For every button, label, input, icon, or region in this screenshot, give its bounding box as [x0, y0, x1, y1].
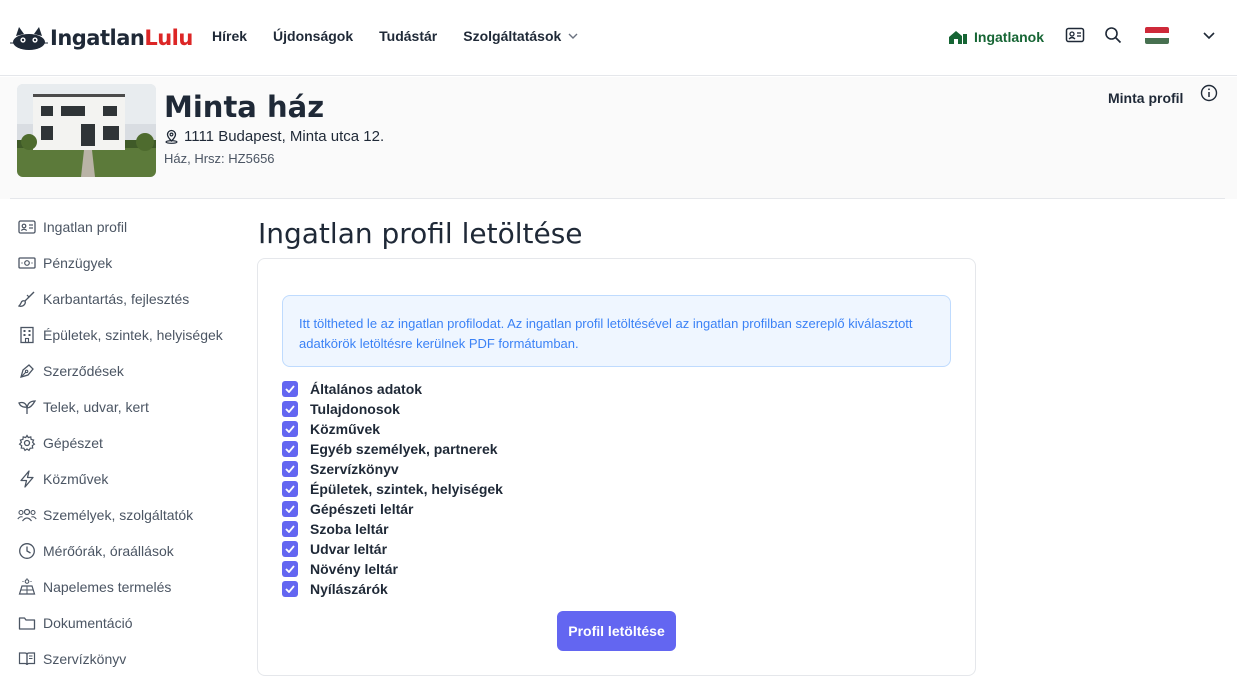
map-pin-icon: [165, 129, 178, 144]
sidebar-item-meters[interactable]: Mérőórák, óraállások: [17, 533, 237, 569]
checkbox-plant-inventory[interactable]: Növény leltár: [282, 559, 503, 579]
property-address: 1111 Budapest, Minta utca 12.: [164, 128, 384, 145]
sidebar-item-contracts[interactable]: Szerződések: [17, 353, 237, 389]
property-title: Minta ház: [164, 90, 325, 124]
search-icon[interactable]: [1104, 26, 1122, 44]
solar-panel-icon: [17, 577, 37, 597]
cat-logo-icon: [10, 27, 48, 50]
divider: [10, 198, 1225, 199]
download-profile-button[interactable]: Profil letöltése: [557, 611, 676, 651]
header-tools: Ingatlanok: [948, 24, 1044, 50]
brand-logo[interactable]: IngatlanLulu: [10, 24, 193, 52]
bolt-icon: [17, 469, 37, 489]
checkbox-buildings[interactable]: Épületek, szintek, helyiségek: [282, 479, 503, 499]
checkbox-mechanical-inventory[interactable]: Gépészeti leltár: [282, 499, 503, 519]
sidebar-item-maintenance[interactable]: Karbantartás, fejlesztés: [17, 281, 237, 317]
info-alert: Itt töltheted le az ingatlan profilodat.…: [282, 295, 951, 367]
users-icon: [17, 505, 37, 525]
nav-item-updates[interactable]: Újdonságok: [273, 28, 353, 44]
info-icon[interactable]: [1200, 84, 1218, 102]
checkbox-checked-icon[interactable]: [282, 441, 298, 457]
page-title: Ingatlan profil letöltése: [258, 217, 583, 250]
building-icon: [17, 325, 37, 345]
hungarian-flag-icon[interactable]: [1145, 27, 1169, 44]
checkbox-checked-icon[interactable]: [282, 401, 298, 417]
sidebar-item-plot-garden[interactable]: Telek, udvar, kert: [17, 389, 237, 425]
chevron-down-icon[interactable]: [1202, 30, 1216, 42]
folder-icon: [17, 613, 37, 633]
id-card-icon: [17, 217, 37, 237]
nav-item-news[interactable]: Hírek: [212, 28, 247, 44]
clock-icon: [17, 541, 37, 561]
checkbox-checked-icon[interactable]: [282, 541, 298, 557]
sprout-icon: [17, 397, 37, 417]
brush-icon: [17, 289, 37, 309]
checkbox-general-data[interactable]: Általános adatok: [282, 379, 503, 399]
sidebar-item-service-book[interactable]: Szervízkönyv: [17, 641, 237, 677]
sidebar: Ingatlan profil Pénzügyek Karbantartás, …: [17, 209, 237, 677]
property-photo: [17, 84, 156, 177]
data-section-checklist: Általános adatok Tulajdonosok Közművek E…: [282, 379, 503, 599]
checkbox-checked-icon[interactable]: [282, 581, 298, 597]
checkbox-checked-icon[interactable]: [282, 501, 298, 517]
properties-link[interactable]: Ingatlanok: [948, 29, 1044, 45]
top-navigation-bar: IngatlanLulu Hírek Újdonságok Tudástár S…: [0, 0, 1237, 76]
checkbox-owners[interactable]: Tulajdonosok: [282, 399, 503, 419]
gear-icon: [17, 433, 37, 453]
brand-name: IngatlanLulu: [50, 26, 193, 50]
sidebar-item-documentation[interactable]: Dokumentáció: [17, 605, 237, 641]
chevron-down-icon: [568, 33, 578, 39]
checkbox-service-book[interactable]: Szervízkönyv: [282, 459, 503, 479]
checkbox-doors-windows[interactable]: Nyílászárók: [282, 579, 503, 599]
sidebar-item-finances[interactable]: Pénzügyek: [17, 245, 237, 281]
banknote-icon: [17, 253, 37, 273]
checkbox-checked-icon[interactable]: [282, 461, 298, 477]
checkbox-checked-icon[interactable]: [282, 521, 298, 537]
sidebar-item-solar[interactable]: Napelemes termelés: [17, 569, 237, 605]
checkbox-checked-icon[interactable]: [282, 421, 298, 437]
nav-item-knowledge-base[interactable]: Tudástár: [379, 28, 437, 44]
sidebar-item-people-providers[interactable]: Személyek, szolgáltatók: [17, 497, 237, 533]
sidebar-item-buildings[interactable]: Épületek, szintek, helyiségek: [17, 317, 237, 353]
checkbox-other-people-partners[interactable]: Egyéb személyek, partnerek: [282, 439, 503, 459]
book-icon: [17, 649, 37, 669]
checkbox-room-inventory[interactable]: Szoba leltár: [282, 519, 503, 539]
id-card-icon[interactable]: [1065, 26, 1085, 44]
sidebar-item-utilities[interactable]: Közművek: [17, 461, 237, 497]
checkbox-yard-inventory[interactable]: Udvar leltár: [282, 539, 503, 559]
sidebar-item-mechanical[interactable]: Gépészet: [17, 425, 237, 461]
main-nav: Hírek Újdonságok Tudástár Szolgáltatások: [212, 28, 605, 44]
checkbox-checked-icon[interactable]: [282, 381, 298, 397]
sidebar-item-property-profile[interactable]: Ingatlan profil: [17, 209, 237, 245]
house-icon: [949, 31, 967, 44]
property-meta: Ház, Hrsz: HZ5656: [164, 151, 275, 166]
checkbox-utilities[interactable]: Közművek: [282, 419, 503, 439]
checkbox-checked-icon[interactable]: [282, 481, 298, 497]
download-card: Itt töltheted le az ingatlan profilodat.…: [257, 258, 976, 676]
checkbox-checked-icon[interactable]: [282, 561, 298, 577]
pen-nib-icon: [17, 361, 37, 381]
nav-item-services[interactable]: Szolgáltatások: [463, 28, 579, 44]
profile-label[interactable]: Minta profil: [1108, 90, 1183, 106]
